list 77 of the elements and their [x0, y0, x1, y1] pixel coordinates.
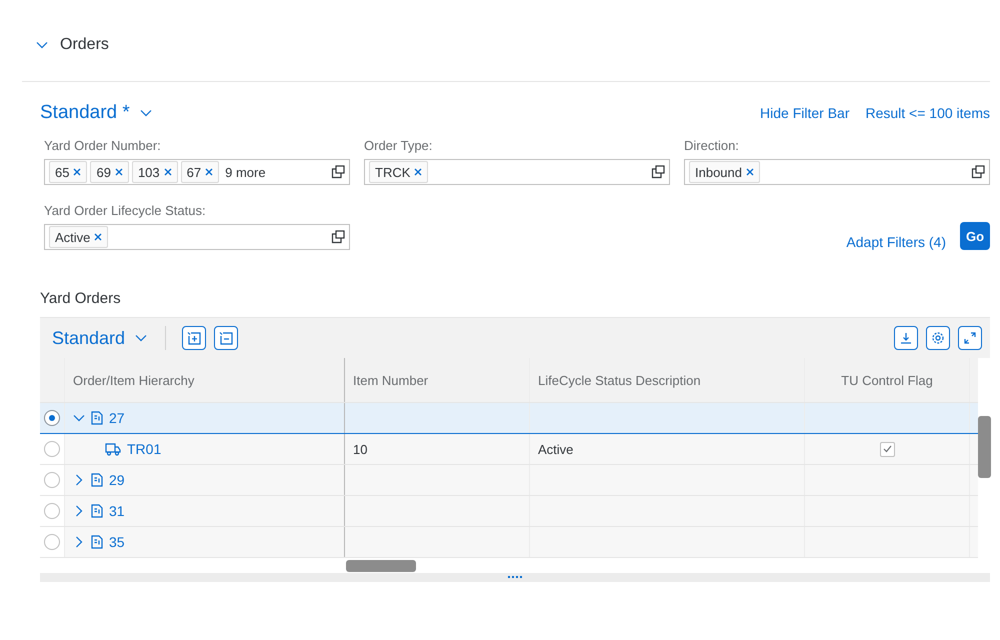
token[interactable]: 67	[180, 161, 220, 183]
tree-node-link[interactable]: 27	[109, 410, 125, 426]
filter-label: Yard Order Lifecycle Status:	[44, 203, 207, 218]
table-title: Yard Orders	[40, 290, 122, 307]
settings-button[interactable]	[926, 326, 950, 350]
radio-button[interactable]	[44, 534, 60, 550]
chevron-down-icon[interactable]	[36, 41, 48, 49]
close-icon[interactable]	[73, 168, 82, 176]
column-header: LifeCycle Status Description	[530, 358, 805, 402]
minus-box-icon	[219, 331, 234, 345]
radio-button[interactable]	[44, 441, 60, 457]
result-info: Result <= 100 items	[865, 105, 990, 121]
column-header: Item Number	[345, 358, 530, 402]
filter-label: Order Type:	[364, 138, 434, 153]
filter-label: Yard Order Number:	[44, 138, 162, 153]
close-icon[interactable]	[414, 168, 422, 176]
resize-handle-icon[interactable]	[508, 576, 522, 579]
radio-button[interactable]	[44, 410, 60, 426]
document-icon	[91, 504, 103, 518]
radio-button[interactable]	[44, 472, 60, 488]
section-title[interactable]: Orders	[60, 36, 109, 54]
token[interactable]: 103	[132, 161, 178, 183]
chevron-down-icon[interactable]	[140, 109, 152, 117]
export-button[interactable]	[894, 326, 918, 350]
column-header: Order/Item Hierarchy	[65, 358, 345, 402]
value-help-icon[interactable]	[331, 230, 345, 244]
column-header: TU Control Flag	[805, 358, 970, 402]
token[interactable]: 69	[90, 161, 129, 183]
tree-node-link[interactable]: 35	[109, 534, 125, 550]
multi-input-field[interactable]: Active	[44, 224, 350, 250]
chevron-right-icon[interactable]	[75, 536, 83, 548]
more-tokens-link[interactable]: 9 more	[225, 164, 266, 180]
fullscreen-icon	[963, 331, 977, 345]
chevron-down-icon[interactable]	[135, 334, 148, 342]
close-icon[interactable]	[114, 168, 123, 176]
document-icon	[91, 535, 103, 549]
fullscreen-button[interactable]	[958, 326, 982, 350]
variant-selector[interactable]: Standard	[52, 328, 126, 348]
close-icon[interactable]	[746, 168, 754, 176]
expand-all-button[interactable]	[182, 326, 206, 350]
chevron-down-icon[interactable]	[73, 414, 85, 422]
collapse-all-button[interactable]	[214, 326, 238, 350]
table-cell: Active	[538, 442, 574, 456]
check-icon	[882, 445, 892, 453]
tree-node-link[interactable]: TR01	[127, 441, 162, 457]
filter-label: Direction:	[684, 138, 740, 153]
multi-input-field[interactable]: Inbound	[684, 159, 990, 185]
plus-box-icon	[187, 331, 202, 345]
value-help-icon[interactable]	[331, 165, 345, 179]
multi-input-field[interactable]: 65 69 103 67 9 more	[44, 159, 350, 185]
truck-icon	[105, 442, 121, 456]
hide-filter-bar-link[interactable]: Hide Filter Bar	[760, 105, 850, 121]
table-cell: 10	[353, 442, 368, 456]
adapt-filters-link[interactable]: Adapt Filters (4)	[846, 234, 946, 250]
document-icon	[91, 473, 103, 487]
tree-node-link[interactable]: 29	[109, 472, 125, 488]
download-icon	[899, 331, 913, 345]
close-icon[interactable]	[205, 168, 214, 176]
radio-button[interactable]	[44, 503, 60, 519]
token[interactable]: TRCK	[369, 161, 428, 183]
settings-icon	[931, 331, 945, 345]
token[interactable]: Inbound	[689, 161, 760, 183]
go-button[interactable]: Go	[960, 222, 990, 250]
document-icon	[91, 411, 103, 425]
token[interactable]: 65	[49, 161, 88, 183]
chevron-right-icon[interactable]	[75, 474, 83, 486]
close-icon[interactable]	[94, 233, 102, 241]
value-help-icon[interactable]	[971, 165, 985, 179]
variant-selector[interactable]: Standard *	[40, 102, 130, 124]
multi-input-field[interactable]: TRCK	[364, 159, 670, 185]
value-help-icon[interactable]	[651, 165, 665, 179]
horizontal-scrollbar-thumb[interactable]	[346, 560, 416, 572]
token[interactable]: Active	[49, 226, 108, 248]
chevron-right-icon[interactable]	[75, 505, 83, 517]
vertical-scrollbar-thumb[interactable]	[978, 416, 991, 478]
tree-node-link[interactable]: 31	[109, 503, 125, 519]
close-icon[interactable]	[164, 168, 172, 176]
